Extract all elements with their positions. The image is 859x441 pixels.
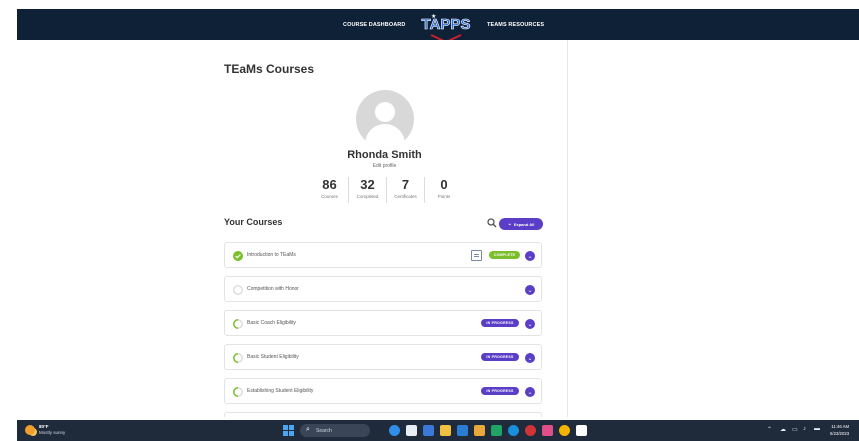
course-name: Basic Coach Eligibility <box>247 320 296 326</box>
stat-value: 86 <box>322 177 337 192</box>
chevron-up-icon[interactable]: ⌃ <box>767 426 772 433</box>
certificate-icon[interactable] <box>471 250 482 261</box>
teams-icon[interactable] <box>423 425 434 436</box>
status-badge: COMPLETE <box>489 251 520 259</box>
course-row[interactable]: Basic Student Eligibility IN PROGRESS ⌄ <box>224 344 542 370</box>
course-row[interactable]: Introduction to TEaMs COMPLETE ⌄ <box>224 242 542 268</box>
course-row[interactable] <box>224 412 542 417</box>
partial-circle-icon <box>233 387 243 397</box>
search-icon[interactable] <box>487 218 497 228</box>
check-circle-icon <box>233 251 243 261</box>
folder-icon[interactable] <box>474 425 485 436</box>
svg-text:★: ★ <box>431 13 436 20</box>
outlook-icon[interactable] <box>457 425 468 436</box>
clock-time: 11:46 AM <box>831 424 850 429</box>
clock[interactable]: 11:46 AM 6/23/2023 <box>830 423 849 437</box>
avatar-head <box>375 102 395 122</box>
chevron-down-icon: ⌄ <box>507 221 512 227</box>
stat-value: 32 <box>360 177 375 192</box>
edit-profile-link[interactable]: Edit profile <box>211 163 558 169</box>
course-name: Competition with Honor <box>247 286 299 292</box>
empty-circle-icon <box>233 285 243 295</box>
file-explorer-icon[interactable] <box>440 425 451 436</box>
stat-label: Completed <box>356 194 379 199</box>
stat-value: 7 <box>401 177 410 192</box>
chevron-down-icon[interactable]: ⌄ <box>525 285 535 295</box>
course-row[interactable]: Basic Coach Eligibility IN PROGRESS ⌄ <box>224 310 542 336</box>
windows-start-icon[interactable] <box>283 425 294 436</box>
course-name: Establishing Student Eligibility <box>247 388 314 394</box>
nav-teams-resources[interactable]: TEAMS RESOURCES <box>487 22 544 28</box>
stat-certificates: 7 Certificates <box>387 177 425 203</box>
stat-value: 0 <box>440 177 448 192</box>
chrome-icon[interactable] <box>559 425 570 436</box>
expand-all-label: Expand All <box>513 221 535 227</box>
stat-label: Points <box>437 194 451 199</box>
weather-temp: 80°F <box>39 424 49 429</box>
profile-stats: 86 Courses 32 Completed 7 Certificates 0… <box>311 177 463 203</box>
expand-all-button[interactable]: ⌄ Expand All <box>499 218 543 230</box>
taskbar: 80°F Mostly sunny ⌕ Search ⌃ ☁ ▭ ♪ ▬ 11:… <box>17 420 859 441</box>
search-placeholder: Search <box>316 428 332 434</box>
chevron-down-icon[interactable]: ⌄ <box>525 353 535 363</box>
chat-app-icon[interactable] <box>389 425 400 436</box>
course-row[interactable]: Competition with Honor ⌄ <box>224 276 542 302</box>
volume-icon[interactable]: ♪ <box>803 426 806 432</box>
clock-date: 6/23/2023 <box>830 431 850 436</box>
search-icon: ⌕ <box>306 426 310 433</box>
task-view-icon[interactable] <box>406 425 417 436</box>
chevron-down-icon[interactable]: ⌄ <box>525 251 535 261</box>
page-title: TEaMs Courses <box>224 62 315 76</box>
excel-icon[interactable] <box>491 425 502 436</box>
partial-circle-icon <box>233 319 243 329</box>
status-badge: IN PROGRESS <box>481 319 519 327</box>
chevron-down-icon[interactable]: ⌄ <box>525 319 535 329</box>
course-name: Introduction to TEaMs <box>247 252 296 258</box>
stat-label: Courses <box>321 194 338 199</box>
taskbar-search[interactable]: ⌕ Search <box>300 424 370 437</box>
avatar[interactable] <box>356 90 414 148</box>
course-row[interactable]: Establishing Student Eligibility IN PROG… <box>224 378 542 404</box>
stat-completed: 32 Completed <box>349 177 387 203</box>
app-red-icon[interactable] <box>525 425 536 436</box>
top-navbar: COURSE DASHBOARD TAPPS ★ TEAMS RESOURCES <box>17 9 859 45</box>
cloud-icon[interactable]: ☁ <box>780 426 786 433</box>
app-pink-icon[interactable] <box>542 425 553 436</box>
course-name: Basic Student Eligibility <box>247 354 299 360</box>
screen: COURSE DASHBOARD TAPPS ★ TEAMS RESOURCES… <box>0 0 859 441</box>
chevron-down-icon[interactable]: ⌄ <box>525 387 535 397</box>
battery-icon[interactable]: ▬ <box>814 426 820 432</box>
user-name: Rhonda Smith <box>347 149 422 161</box>
weather-condition: Mostly sunny <box>39 430 66 435</box>
status-badge: IN PROGRESS <box>481 387 519 395</box>
avatar-body <box>365 124 405 148</box>
your-courses-heading: Your Courses <box>224 217 283 227</box>
edge-icon[interactable] <box>508 425 519 436</box>
stat-points: 0 Points <box>425 177 463 203</box>
main-content: TEaMs Courses Rhonda Smith Edit profile … <box>211 40 568 417</box>
partial-circle-icon <box>233 353 243 363</box>
app-white-icon[interactable] <box>576 425 587 436</box>
display-icon[interactable]: ▭ <box>792 426 798 433</box>
stat-courses: 86 Courses <box>311 177 349 203</box>
sun-cloud-icon <box>25 425 35 435</box>
status-badge: IN PROGRESS <box>481 353 519 361</box>
nav-course-dashboard[interactable]: COURSE DASHBOARD <box>343 22 405 28</box>
logo-text: TAPPS <box>422 16 471 33</box>
stat-label: Certificates <box>394 194 417 199</box>
